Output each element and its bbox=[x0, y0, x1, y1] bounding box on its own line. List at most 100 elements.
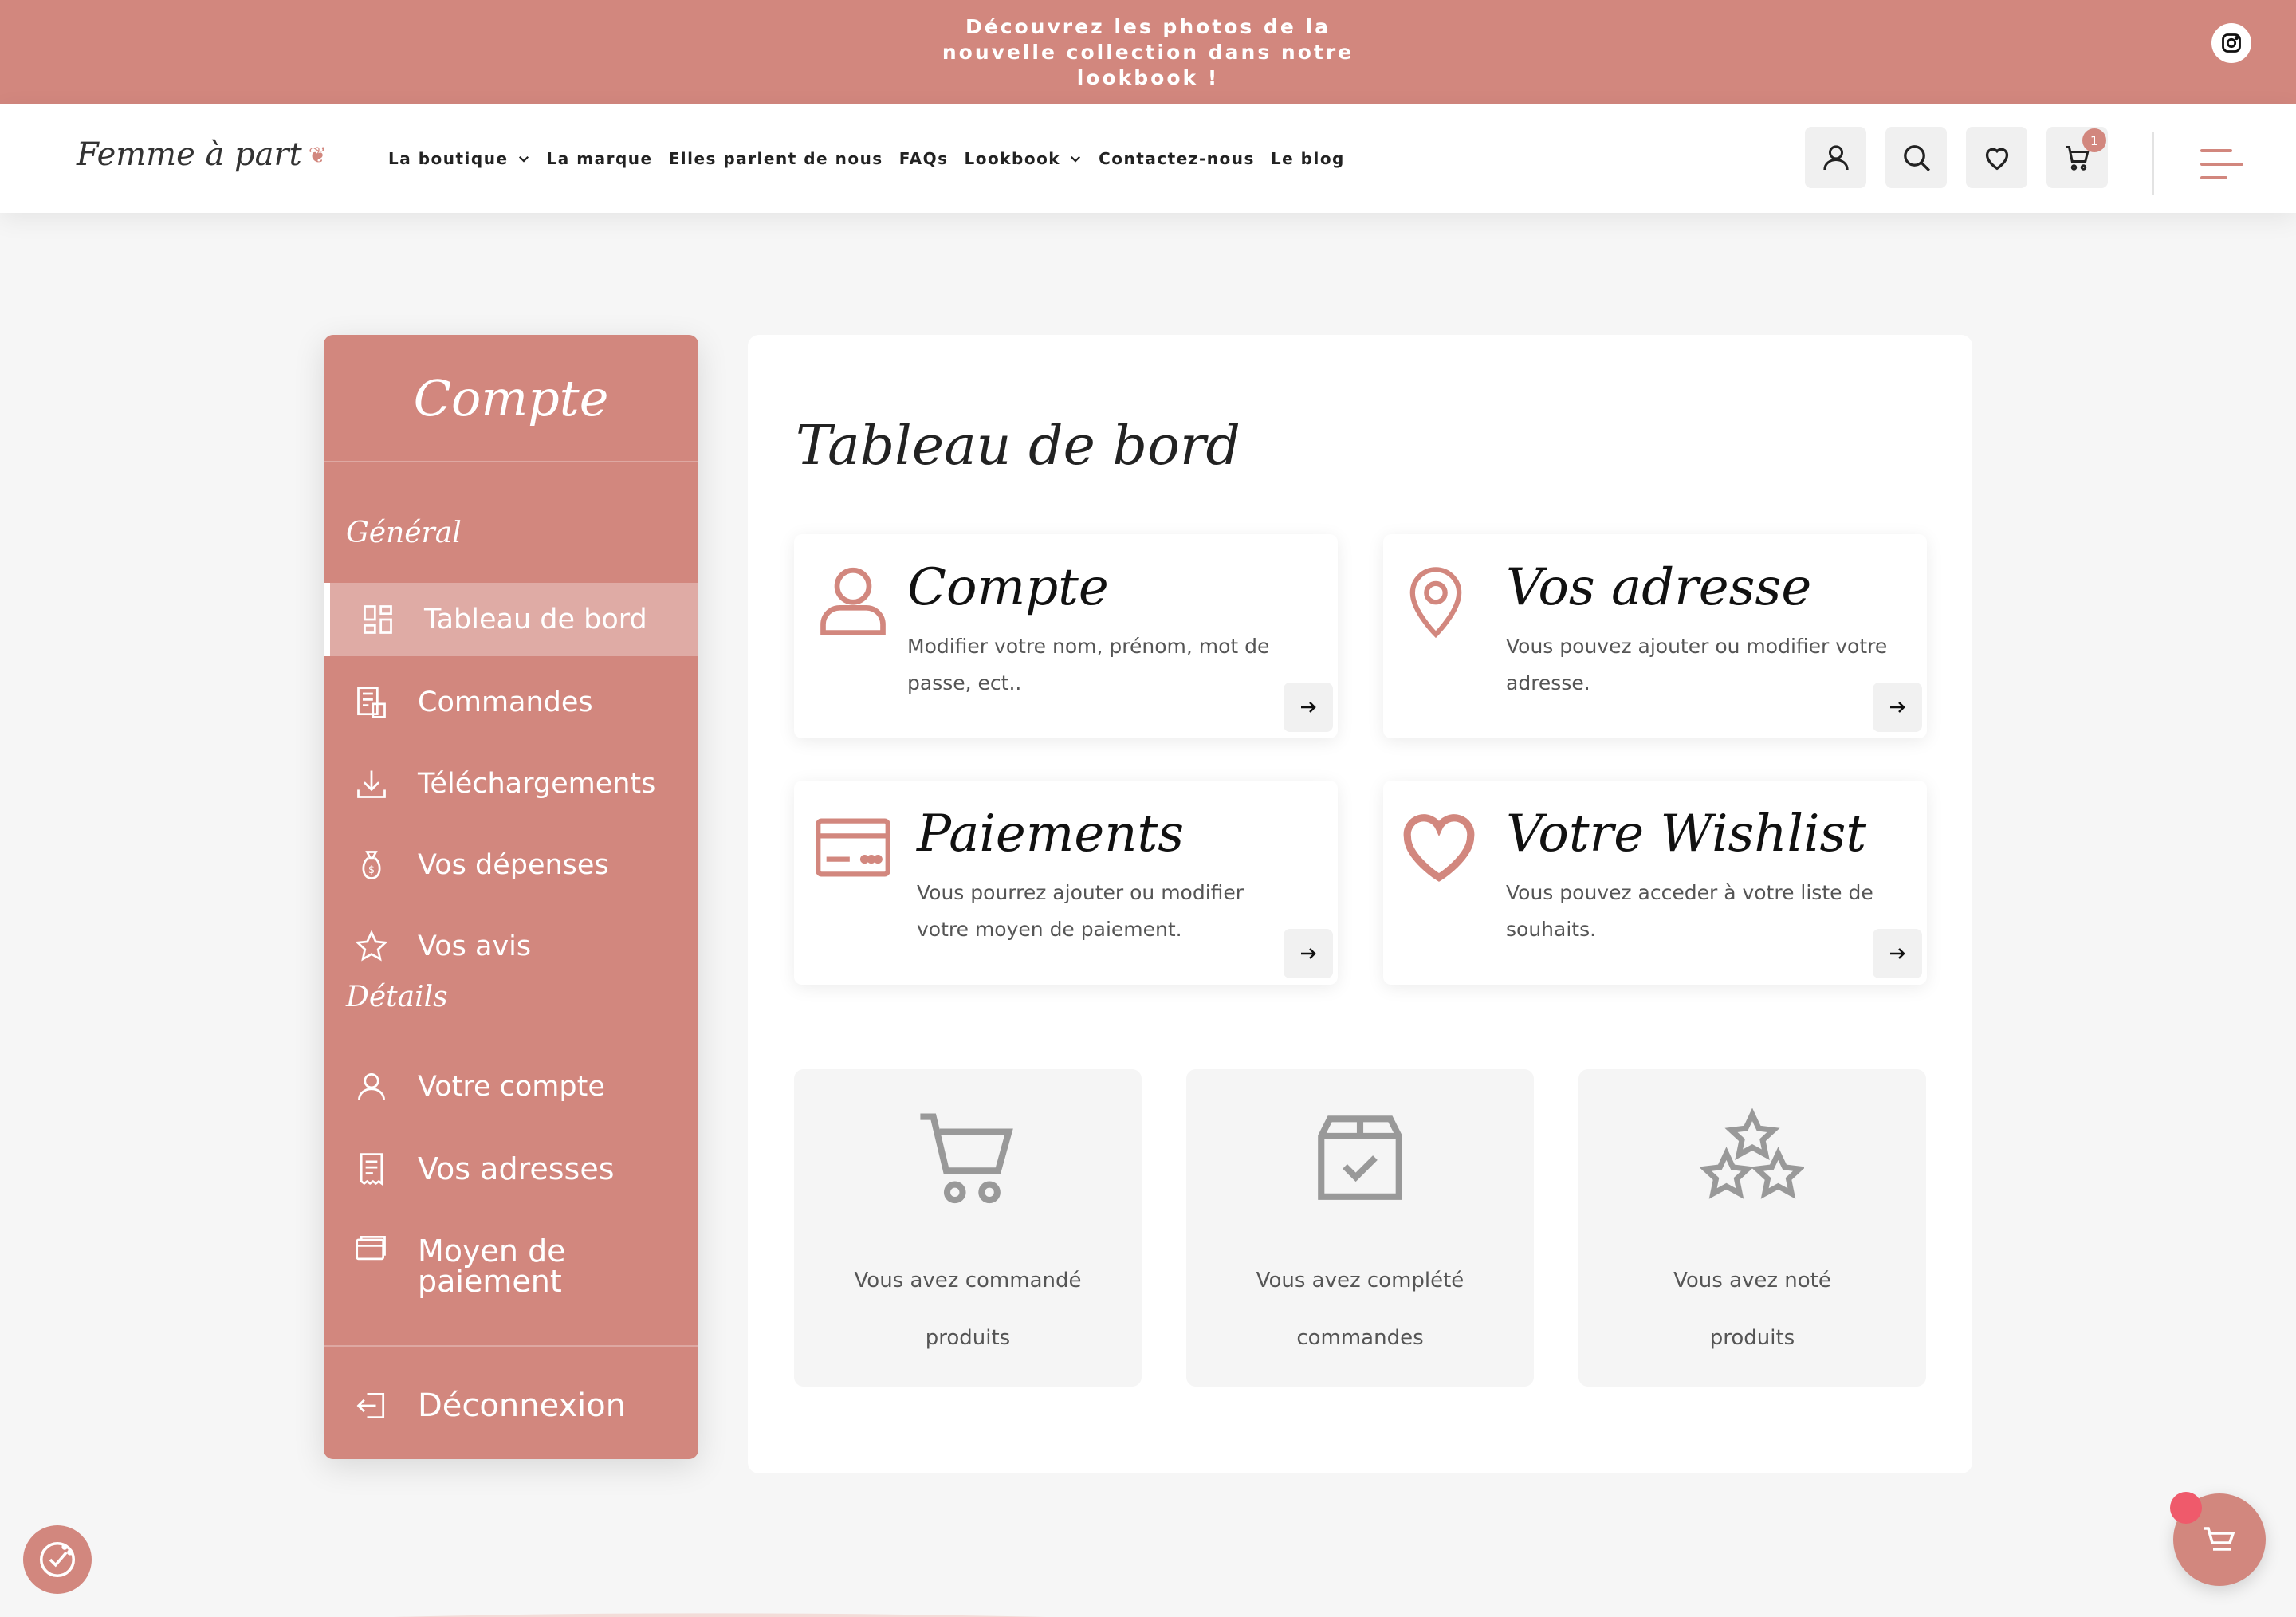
sidebar-item-spending[interactable]: $ Vos dépenses bbox=[324, 828, 698, 902]
nav-la-marque[interactable]: La marque bbox=[547, 149, 653, 168]
sidebar-item-label: Commandes bbox=[418, 687, 593, 718]
star-icon bbox=[355, 930, 388, 962]
receipt-icon bbox=[357, 687, 386, 718]
banner-text[interactable]: Découvrez les photos de la nouvelle coll… bbox=[925, 14, 1371, 91]
location-pin-icon bbox=[1409, 567, 1462, 639]
nav-label: La boutique bbox=[388, 149, 509, 168]
nav-la-boutique[interactable]: La boutique bbox=[388, 149, 531, 168]
nav-elles-parlent[interactable]: Elles parlent de nous bbox=[669, 149, 883, 168]
card-arrow-button[interactable] bbox=[1284, 683, 1333, 732]
stat-rated-products: Vous avez noté produits bbox=[1578, 1069, 1926, 1387]
user-icon bbox=[1822, 144, 1849, 170]
footer-wave bbox=[395, 1613, 1048, 1617]
sidebar-item-label: Tableau de bord bbox=[424, 604, 647, 635]
nav-label: FAQs bbox=[898, 149, 949, 168]
user-icon bbox=[358, 1073, 385, 1100]
stat-label: Vous avez commandé bbox=[854, 1269, 1082, 1292]
section-details: Détails bbox=[346, 981, 448, 1013]
dashboard-panel: Tableau de bord Compte Modifier votre no… bbox=[748, 335, 1972, 1473]
card-arrow-button[interactable] bbox=[1873, 929, 1922, 978]
stat-ordered-products: Vous avez commandé produits bbox=[794, 1069, 1142, 1387]
sidebar-item-dashboard[interactable]: Tableau de bord bbox=[324, 583, 698, 656]
nav-label: Contactez-nous bbox=[1099, 149, 1255, 168]
stat-label: Vous avez noté bbox=[1673, 1269, 1831, 1292]
sidebar-item-reviews[interactable]: Vos avis bbox=[324, 910, 698, 983]
nav-blog[interactable]: Le blog bbox=[1271, 149, 1345, 168]
nav-faqs[interactable]: FAQs bbox=[899, 149, 949, 168]
card-title: Votre Wishlist bbox=[1506, 805, 1867, 864]
header-actions: 1 bbox=[1805, 127, 2108, 188]
sidebar-item-label: Vos dépenses bbox=[418, 849, 609, 881]
sidebar-item-label: Déconnexion bbox=[418, 1387, 627, 1424]
document-icon bbox=[360, 1153, 383, 1186]
card-description: Modifier votre nom, prénom, mot de passe… bbox=[907, 635, 1270, 694]
sidebar-item-label: Vos adresses bbox=[418, 1151, 615, 1186]
menu-icon[interactable] bbox=[2199, 144, 2243, 184]
cart-count-badge: 1 bbox=[2082, 128, 2106, 152]
credit-card-icon bbox=[816, 818, 890, 877]
nav-label: Lookbook bbox=[964, 149, 1061, 168]
sidebar-item-label: Vos avis bbox=[418, 930, 532, 962]
stat-unit: produits bbox=[925, 1326, 1011, 1350]
nav-contact[interactable]: Contactez-nous bbox=[1099, 149, 1255, 168]
account-button[interactable] bbox=[1805, 127, 1866, 188]
top-banner: Découvrez les photos de la nouvelle coll… bbox=[0, 0, 2296, 104]
stat-unit: commandes bbox=[1296, 1326, 1424, 1350]
stat-unit: produits bbox=[1709, 1326, 1795, 1350]
cart-icon bbox=[920, 1113, 1013, 1204]
card-description: Vous pouvez acceder à votre liste de sou… bbox=[1506, 881, 1873, 941]
heart-icon bbox=[1985, 148, 2008, 170]
stat-label: Vous avez complété bbox=[1256, 1269, 1464, 1292]
chevron-down-icon bbox=[1071, 155, 1081, 163]
package-check-icon bbox=[1318, 1115, 1402, 1200]
instagram-icon[interactable] bbox=[2211, 23, 2251, 63]
notification-dot bbox=[2170, 1492, 2202, 1524]
site-logo[interactable]: Femme à part ❦ bbox=[77, 136, 327, 173]
cart-icon bbox=[2204, 1527, 2235, 1551]
cookie-settings-button[interactable] bbox=[23, 1525, 92, 1594]
arrow-right-icon bbox=[1890, 702, 1905, 713]
sidebar-item-addresses[interactable]: Vos adresses bbox=[324, 1132, 698, 1206]
card-description: Vous pouvez ajouter ou modifier votre ad… bbox=[1506, 635, 1888, 694]
sidebar-item-label: Moyen de paiement bbox=[418, 1233, 566, 1299]
wishlist-button[interactable] bbox=[1966, 127, 2027, 188]
sidebar-item-label: Votre compte bbox=[418, 1071, 605, 1103]
page-title: Tableau de bord bbox=[796, 415, 1240, 478]
card-addresses[interactable]: Vos adresse Vous pouvez ajouter ou modif… bbox=[1383, 534, 1927, 738]
main-nav: La boutique La marque Elles parlent de n… bbox=[388, 104, 1345, 213]
nav-label: La marque bbox=[546, 149, 653, 168]
search-button[interactable] bbox=[1885, 127, 1947, 188]
card-account[interactable]: Compte Modifier votre nom, prénom, mot d… bbox=[794, 534, 1338, 738]
header-divider bbox=[2152, 132, 2154, 195]
card-description: Vous pourrez ajouter ou modifier votre m… bbox=[917, 881, 1244, 941]
nav-label: Le blog bbox=[1270, 149, 1345, 168]
card-arrow-button[interactable] bbox=[1284, 929, 1333, 978]
nav-label: Elles parlent de nous bbox=[668, 149, 883, 168]
card-title: Compte bbox=[907, 558, 1109, 617]
arrow-right-icon bbox=[1301, 702, 1316, 713]
sidebar-item-account[interactable]: Votre compte bbox=[324, 1050, 698, 1123]
sidebar-title: Compte bbox=[324, 335, 698, 462]
card-payments[interactable]: Paiements Vous pourrez ajouter ou modifi… bbox=[794, 781, 1338, 985]
wallet-icon bbox=[356, 1235, 386, 1261]
nav-lookbook[interactable]: Lookbook bbox=[964, 149, 1083, 168]
download-icon bbox=[357, 770, 386, 798]
sidebar-item-orders[interactable]: Commandes bbox=[324, 666, 698, 739]
card-wishlist[interactable]: Votre Wishlist Vous pouvez acceder à vot… bbox=[1383, 781, 1927, 985]
sidebar-item-downloads[interactable]: Téléchargements bbox=[324, 747, 698, 820]
sidebar-divider bbox=[324, 1345, 698, 1347]
logout-icon bbox=[356, 1392, 385, 1419]
cart-button[interactable]: 1 bbox=[2046, 127, 2108, 188]
logo-text: Femme à part bbox=[77, 136, 302, 173]
sidebar-item-payment[interactable]: Moyen de paiement bbox=[324, 1222, 698, 1317]
stars-icon bbox=[1700, 1108, 1804, 1199]
account-sidebar: Compte Général Tableau de bord Commandes… bbox=[324, 335, 698, 1459]
chevron-down-icon bbox=[518, 155, 529, 163]
arrow-right-icon bbox=[1301, 948, 1316, 959]
stat-completed-orders: Vous avez complété commandes bbox=[1186, 1069, 1534, 1387]
card-title: Paiements bbox=[917, 805, 1185, 864]
logout-button[interactable]: Déconnexion bbox=[324, 1370, 698, 1442]
arrow-right-icon bbox=[1890, 948, 1905, 959]
card-arrow-button[interactable] bbox=[1873, 683, 1922, 732]
heart-icon bbox=[1403, 814, 1475, 882]
